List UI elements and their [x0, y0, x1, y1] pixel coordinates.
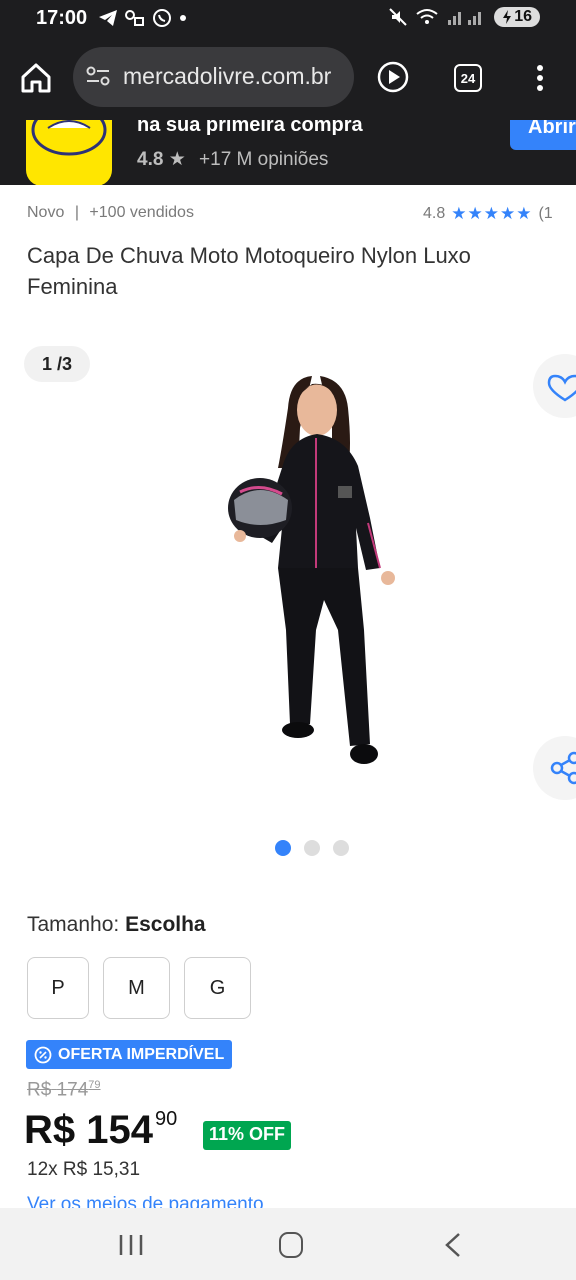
star-icon: ★	[168, 149, 186, 170]
current-price: R$ 154 90	[24, 1108, 177, 1153]
price-currency: R$	[24, 1108, 76, 1152]
link-icon	[125, 10, 144, 26]
review-count: (1	[538, 205, 553, 222]
size-label: Tamanho: Escolha	[27, 913, 206, 937]
heart-icon	[547, 374, 576, 402]
handshake-icon	[31, 120, 107, 156]
original-price: R$ 17479	[27, 1079, 101, 1101]
site-settings-icon[interactable]	[85, 65, 111, 87]
size-label-text: Tamanho:	[27, 913, 120, 936]
price-int: 154	[86, 1108, 154, 1152]
favorite-button[interactable]	[533, 354, 576, 418]
mute-icon	[389, 8, 407, 26]
size-option-m[interactable]: M	[103, 957, 170, 1019]
system-nav-bar	[0, 1208, 576, 1280]
more-menu-icon[interactable]	[530, 62, 550, 94]
home-icon[interactable]	[18, 60, 54, 96]
open-app-button[interactable]: Abrir	[510, 120, 576, 150]
product-meta: Novo | +100 vendidos 4.8 ★★★★★ (1	[27, 204, 576, 224]
mercadolivre-logo	[26, 120, 112, 185]
recent-apps-icon[interactable]	[118, 1234, 144, 1256]
rating-value: 4.8	[423, 205, 446, 222]
gallery-dot[interactable]	[333, 840, 349, 856]
product-rating[interactable]: 4.8 ★★★★★ (1	[423, 204, 553, 224]
share-button[interactable]	[533, 736, 576, 800]
tab-switcher-button[interactable]: 24	[454, 64, 482, 92]
installments: 12x R$ 15,31	[27, 1159, 141, 1180]
size-option-g[interactable]: G	[184, 957, 251, 1019]
browser-toolbar: mercadolivre.com.br 24	[0, 38, 576, 120]
battery-level: 16	[514, 8, 532, 25]
whatsapp-icon	[153, 9, 171, 27]
nav-home-icon[interactable]	[279, 1232, 303, 1258]
notification-icons	[98, 8, 188, 28]
promo-reviews: +17 M opiniões	[199, 149, 329, 170]
app-promo-banner: na sua primeira compra 4.8 ★ +17 M opini…	[0, 120, 576, 185]
rating-stars-icon: ★★★★★	[451, 204, 533, 223]
product-image[interactable]	[220, 368, 410, 788]
discount-badge: 11% OFF	[203, 1121, 292, 1150]
size-options: P M G	[27, 957, 251, 1019]
signal-icon	[448, 12, 482, 25]
status-bar: 17:00 16	[0, 0, 576, 38]
gallery-dot-active[interactable]	[275, 840, 291, 856]
image-counter: 1 /3	[24, 346, 90, 382]
sold-count: +100 vendidos	[89, 204, 194, 221]
url-text: mercadolivre.com.br	[123, 63, 332, 89]
promo-rating: 4.8 ★ +17 M opiniões	[137, 148, 328, 171]
play-icon[interactable]	[376, 60, 410, 94]
wifi-icon	[416, 9, 438, 24]
size-option-p[interactable]: P	[27, 957, 89, 1019]
promo-rating-value: 4.8	[137, 149, 164, 170]
address-bar[interactable]: mercadolivre.com.br	[73, 47, 354, 107]
product-condition: Novo	[27, 204, 65, 221]
old-price-int: 174	[56, 1079, 89, 1101]
tab-count: 24	[460, 70, 476, 86]
old-price-currency: R$	[27, 1079, 52, 1101]
share-icon	[550, 751, 576, 785]
product-title: Capa De Chuva Moto Motoqueiro Nylon Luxo…	[27, 243, 471, 299]
offer-badge: OFERTA IMPERDÍVEL	[26, 1040, 233, 1069]
discount-seal-icon	[34, 1046, 52, 1063]
size-selected: Escolha	[125, 913, 206, 936]
gallery-dots[interactable]	[275, 840, 349, 856]
battery-indicator: 16	[494, 7, 540, 27]
price-cents: 90	[155, 1108, 178, 1130]
system-icons: 16	[388, 7, 540, 27]
meta-separator: |	[74, 204, 79, 221]
status-time: 17:00	[36, 7, 88, 29]
old-price-cents: 79	[88, 1079, 101, 1091]
back-icon[interactable]	[444, 1232, 462, 1258]
gallery-dot[interactable]	[304, 840, 320, 856]
offer-badge-text: OFERTA IMPERDÍVEL	[58, 1045, 225, 1063]
telegram-icon	[99, 10, 117, 26]
charging-icon	[503, 10, 512, 24]
dot-icon	[180, 15, 186, 21]
promo-title: na sua primeira compra	[137, 120, 363, 136]
